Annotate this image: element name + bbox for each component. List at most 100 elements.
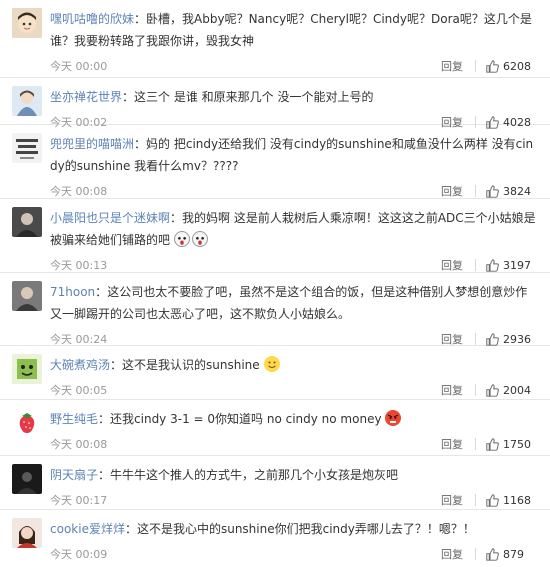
like-button[interactable]: 1750 (486, 438, 538, 451)
user-avatar[interactable] (12, 464, 42, 494)
divider (475, 384, 476, 396)
username-link[interactable]: 小晨阳也只是个迷妹啊 (50, 211, 170, 225)
like-button[interactable]: 6208 (486, 60, 538, 73)
shocked-emoji-icon (173, 231, 190, 247)
divider (475, 185, 476, 197)
user-avatar[interactable] (12, 207, 42, 237)
reply-button[interactable]: 回复 (441, 382, 475, 398)
comment-footer: 今天 00:05 回复 2004 (50, 378, 538, 402)
comment-text: 大碗煮鸡汤：这不是我认识的sunshine (50, 354, 538, 376)
reply-button[interactable]: 回复 (441, 331, 475, 347)
like-count: 3824 (503, 184, 531, 198)
timestamp: 今天 00:05 (50, 384, 108, 397)
timestamp: 今天 00:09 (50, 548, 108, 561)
reply-button[interactable]: 回复 (441, 58, 475, 74)
comment-text: 兜兜里的喵喵洲：妈的 把cindy还给我们 没有cindy的sunshine和咸… (50, 137, 534, 173)
divider (475, 60, 476, 72)
thumbs-up-icon (486, 383, 499, 397)
user-avatar[interactable] (12, 133, 42, 163)
divider (475, 438, 476, 450)
username-link[interactable]: 嘿叽咕噜的欣妹 (50, 12, 134, 26)
user-avatar[interactable] (12, 408, 42, 438)
comment-content: 还我cindy 3-1 = 0你知道吗 no cindy no money (110, 412, 382, 426)
photo-avatar-icon (12, 518, 42, 548)
like-button[interactable]: 3197 (486, 259, 538, 272)
comment-content: 这三个 是谁 和原来那几个 没一个能对上号的 (134, 90, 374, 104)
angry-emoji-icon (385, 410, 402, 426)
thumbs-up-icon (486, 258, 499, 272)
comment-list: 嘿叽咕噜的欣妹：卧槽，我Abby呢？Nancy呢？Cheryl呢？Cindy呢？… (0, 0, 550, 567)
comment-item: cookie爱烊烊：这不是我心中的sunshine你们把我cindy弄哪儿去了？… (0, 510, 550, 567)
username-link[interactable]: 71hoon (50, 285, 95, 299)
like-button[interactable]: 879 (486, 548, 538, 561)
comment-footer: 今天 00:08 回复 1750 (50, 432, 538, 456)
comment-content: 这不是我认识的sunshine (122, 358, 260, 372)
comment-item: 小晨阳也只是个迷妹啊：我的妈啊 这是前人栽树后人乘凉啊！这这这之前ADC三个小姑… (0, 199, 550, 273)
comment-content: 牛牛牛这个推人的方式牛，之前那几个小女孩是炮灰吧 (110, 468, 399, 482)
comment-item: 大碗煮鸡汤：这不是我认识的sunshine 今天 00:05 回复 2004 (0, 346, 550, 400)
thumbs-up-icon (486, 493, 499, 507)
username-link[interactable]: 坐亦禅花世界 (50, 90, 122, 104)
comment-text: 阴天扇子：牛牛牛这个推人的方式牛，之前那几个小女孩是炮灰吧 (50, 468, 399, 482)
like-button[interactable]: 2936 (486, 333, 538, 346)
shocked-emoji-icon (191, 231, 208, 247)
cartoon-face-icon (12, 8, 42, 38)
like-count: 1168 (503, 493, 531, 507)
comment-text: 坐亦禅花世界：这三个 是谁 和原来那几个 没一个能对上号的 (50, 90, 374, 104)
username-link[interactable]: 兜兜里的喵喵洲 (50, 137, 134, 151)
reply-button[interactable]: 回复 (441, 183, 475, 199)
like-button[interactable]: 3824 (486, 185, 538, 198)
like-count: 3197 (503, 258, 531, 272)
strawberry-icon (12, 408, 42, 438)
comment-item: 71hoon：这公司也太不要脸了吧，虽然不是这个组合的饭，但是这种借别人梦想创意… (0, 273, 550, 346)
comment-item: 兜兜里的喵喵洲：妈的 把cindy还给我们 没有cindy的sunshine和咸… (0, 125, 550, 199)
comment-item: 坐亦禅花世界：这三个 是谁 和原来那几个 没一个能对上号的 今天 00:02 回… (0, 78, 550, 129)
user-avatar[interactable] (12, 354, 42, 384)
divider (475, 494, 476, 506)
comment-content: 这公司也太不要脸了吧，虽然不是这个组合的饭，但是这种借别人梦想创意炒作又一脚踢开… (50, 285, 528, 321)
thumbs-up-icon (486, 332, 499, 346)
comment-footer: 今天 00:17 回复 1168 (50, 488, 538, 512)
timestamp: 今天 00:24 (50, 333, 108, 346)
photo-avatar-icon (12, 207, 42, 237)
comment-text: 嘿叽咕噜的欣妹：卧槽，我Abby呢？Nancy呢？Cheryl呢？Cindy呢？… (50, 12, 532, 48)
username-link[interactable]: cookie爱烊烊 (50, 522, 125, 536)
username-link[interactable]: 大碗煮鸡汤 (50, 358, 110, 372)
user-avatar[interactable] (12, 86, 42, 116)
timestamp: 今天 00:08 (50, 438, 108, 451)
like-count: 2936 (503, 332, 531, 346)
timestamp: 今天 00:17 (50, 494, 108, 507)
comment-text: 野生纯毛：还我cindy 3-1 = 0你知道吗 no cindy no mon… (50, 408, 538, 430)
username-link[interactable]: 野生纯毛 (50, 412, 98, 426)
comment-item: 野生纯毛：还我cindy 3-1 = 0你知道吗 no cindy no mon… (0, 400, 550, 456)
comment-footer: 今天 00:00 回复 6208 (50, 54, 538, 78)
reply-button[interactable]: 回复 (441, 492, 475, 508)
user-avatar[interactable] (12, 518, 42, 548)
text-avatar-icon (12, 133, 42, 163)
photo-avatar-icon (12, 464, 42, 494)
user-avatar[interactable] (12, 281, 42, 311)
username-link[interactable]: 阴天扇子 (50, 468, 98, 482)
timestamp: 今天 00:00 (50, 60, 108, 73)
reply-button[interactable]: 回复 (441, 257, 475, 273)
like-count: 6208 (503, 59, 531, 73)
comment-text: cookie爱烊烊：这不是我心中的sunshine你们把我cindy弄哪儿去了？… (50, 522, 475, 536)
thumbs-up-icon (486, 59, 499, 73)
thumbs-up-icon (486, 184, 499, 198)
reply-button[interactable]: 回复 (441, 436, 475, 452)
photo-avatar-icon (12, 281, 42, 311)
timestamp: 今天 00:08 (50, 185, 108, 198)
thumbs-up-icon (486, 547, 499, 561)
divider (475, 259, 476, 271)
like-count: 1750 (503, 437, 531, 451)
user-avatar[interactable] (12, 8, 42, 38)
reply-button[interactable]: 回复 (441, 546, 475, 562)
timestamp: 今天 00:13 (50, 259, 108, 272)
comment-footer: 今天 00:09 回复 879 (50, 542, 538, 566)
like-button[interactable]: 2004 (486, 384, 538, 397)
smile-emoji-icon (263, 356, 280, 372)
divider (475, 548, 476, 560)
comment-text: 71hoon：这公司也太不要脸了吧，虽然不是这个组合的饭，但是这种借别人梦想创意… (50, 285, 528, 321)
like-button[interactable]: 1168 (486, 494, 538, 507)
comment-content: 这不是我心中的sunshine你们把我cindy弄哪儿去了？！嗯？！ (136, 522, 475, 536)
